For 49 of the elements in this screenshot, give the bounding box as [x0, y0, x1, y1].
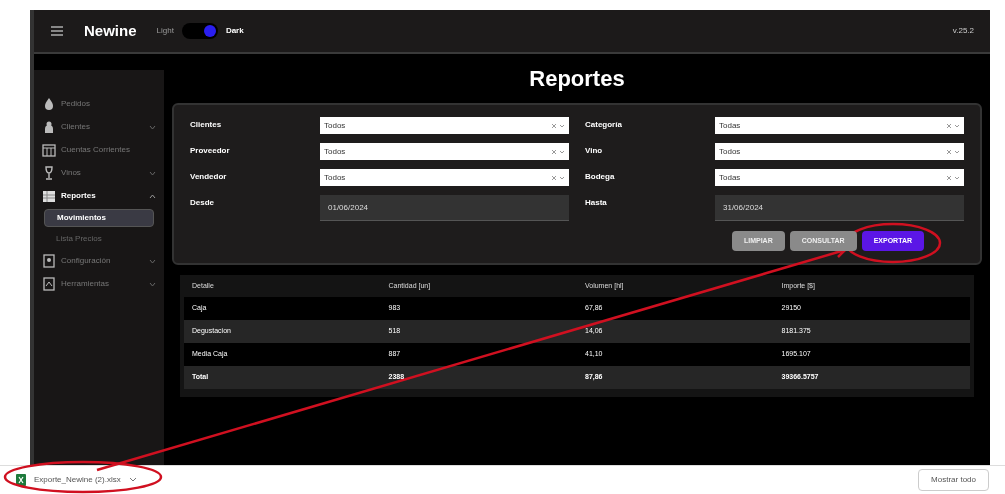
sidebar-item[interactable]: Vinos	[38, 163, 160, 183]
sidebar-item[interactable]: Pedidos	[38, 94, 160, 114]
clear-and-caret-icon	[946, 148, 960, 155]
version-label: v.25.2	[952, 25, 974, 37]
field-label: Desde	[190, 197, 215, 209]
wine-glass-icon	[42, 166, 56, 180]
field-label: Vino	[585, 145, 604, 157]
clear-and-caret-icon	[551, 174, 565, 181]
clear-and-caret-icon	[946, 122, 960, 129]
field-label: Bodega	[585, 171, 616, 183]
field-label: Proveedor	[190, 145, 231, 157]
date-field[interactable]: 01/06/2024	[320, 195, 569, 221]
sidebar-item[interactable]: Cuentas Corrientes	[38, 140, 160, 160]
date-field[interactable]: 31/06/2024	[715, 195, 964, 221]
field-label: Clientes	[190, 119, 223, 131]
calendar-icon	[42, 143, 56, 157]
field-label: Categoría	[585, 119, 623, 131]
page-title: Reportes	[528, 65, 626, 93]
spreadsheet-file-icon	[16, 474, 26, 486]
download-file-name: Exporte_Newine (2).xlsx	[34, 474, 121, 486]
download-item[interactable]: Exporte_Newine (2).xlsx	[16, 474, 137, 486]
submenu-item[interactable]: Movimientos	[44, 209, 154, 227]
sidebar-item[interactable]: Herramientas	[38, 274, 160, 294]
menu-icon[interactable]	[50, 25, 64, 37]
sidebar-item[interactable]: Reportes	[38, 186, 160, 206]
document-icon	[42, 254, 56, 268]
field-label: Vendedor	[190, 171, 228, 183]
sidebar-item[interactable]: Configuración	[38, 251, 160, 271]
sidebar-item[interactable]: Clientes	[38, 117, 160, 137]
select-field[interactable]: Todas	[715, 169, 964, 186]
dark-label: Dark	[225, 25, 244, 37]
select-field[interactable]: Todas	[715, 117, 964, 134]
person-icon	[42, 120, 56, 134]
select-field[interactable]: Todos	[715, 143, 964, 160]
select-field[interactable]: Todos	[320, 117, 569, 134]
light-label: Light	[156, 25, 174, 37]
caret-icon[interactable]	[128, 477, 137, 483]
clear-and-caret-icon	[946, 174, 960, 181]
show-all-button[interactable]: Mostrar todo	[918, 469, 989, 491]
drop-icon	[42, 97, 56, 111]
select-field[interactable]: Todos	[320, 169, 569, 186]
clear-and-caret-icon	[551, 148, 565, 155]
table-icon	[42, 189, 56, 203]
theme-toggle[interactable]	[181, 23, 218, 39]
brand-name: Newine	[84, 20, 137, 41]
select-field[interactable]: Todos	[320, 143, 569, 160]
field-label: Hasta	[585, 197, 608, 209]
clear-and-caret-icon	[551, 122, 565, 129]
document-icon	[42, 277, 56, 291]
